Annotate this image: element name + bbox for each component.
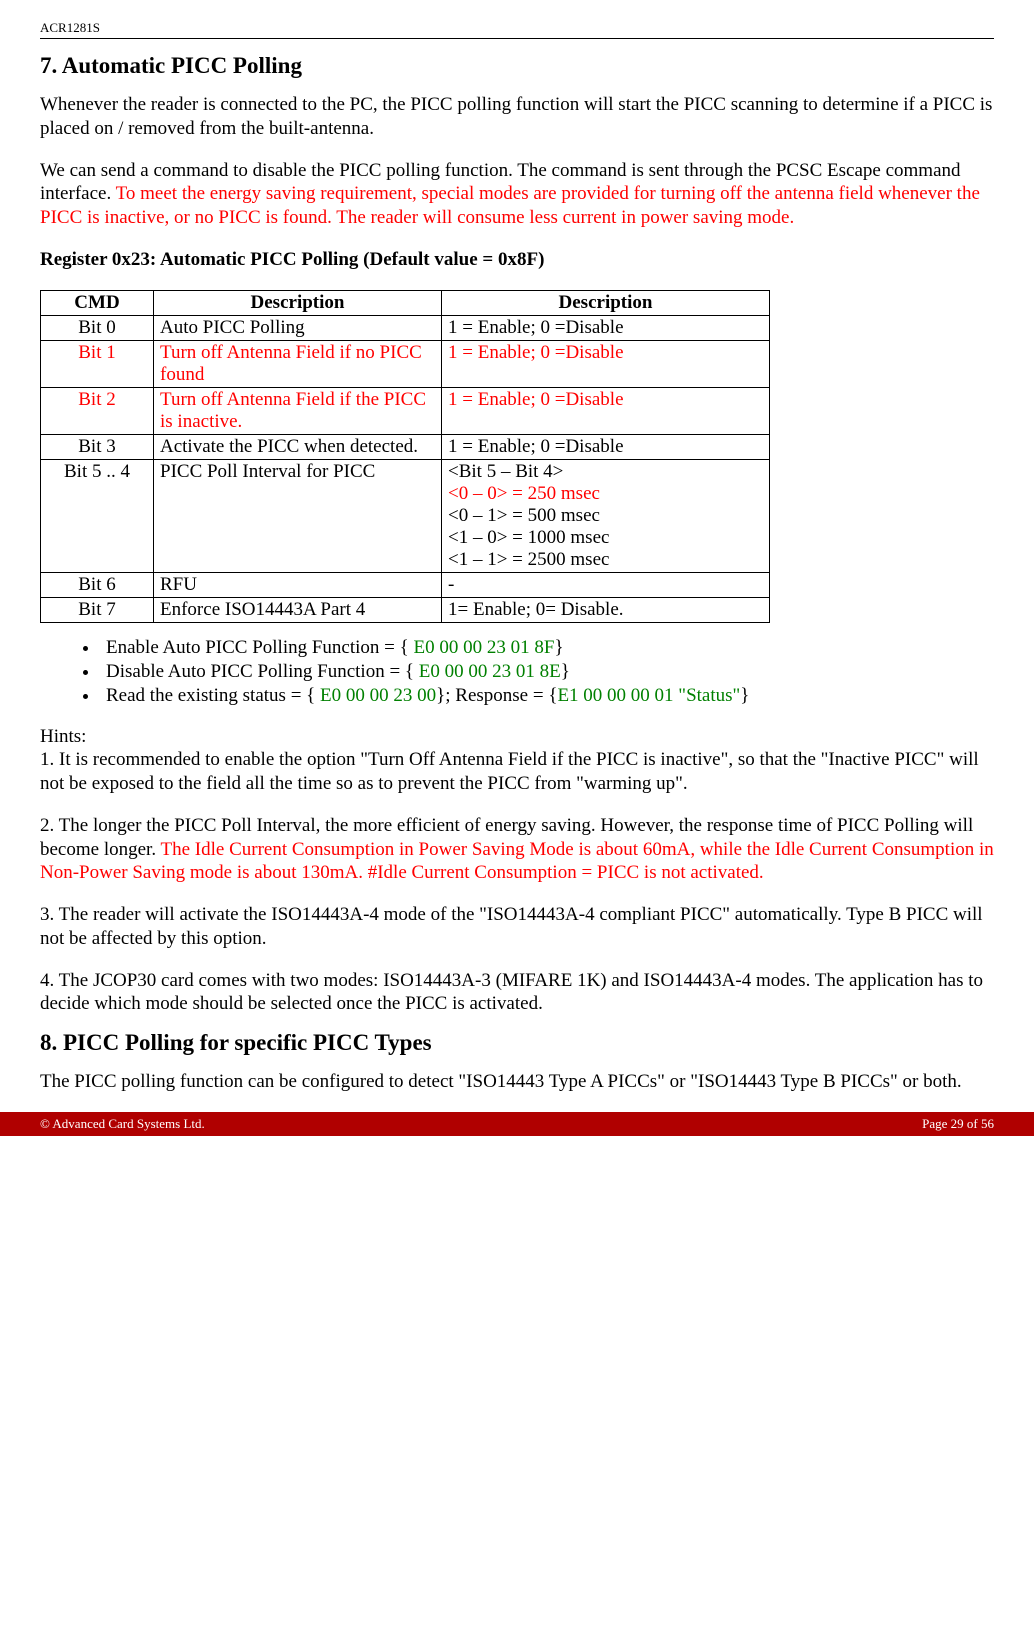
register-heading: Register 0x23: Automatic PICC Polling (D…	[40, 248, 994, 272]
table-row: Bit 6 RFU -	[41, 572, 770, 597]
cell-cmd: Bit 7	[41, 597, 154, 622]
hint-1: 1. It is recommended to enable the optio…	[40, 748, 994, 796]
cell-desc: Turn off Antenna Field if the PICC is in…	[154, 387, 442, 434]
header-rule	[40, 38, 994, 39]
bullet-tail: }	[561, 661, 570, 682]
cell-desc: Auto PICC Polling	[154, 315, 442, 340]
cell-cmd: Bit 5 .. 4	[41, 459, 154, 572]
bullet-resp: E1 00 00 00 01 "Status"	[557, 685, 740, 706]
p2-red: To meet the energy saving requirement, s…	[40, 183, 980, 228]
hint-2: 2. The longer the PICC Poll Interval, th…	[40, 814, 994, 885]
bullet-text: Enable Auto PICC Polling Function = {	[106, 637, 414, 658]
bullet-cmd: E0 00 00 23 00	[320, 685, 436, 706]
interval-line: <1 – 1> = 2500 msec	[448, 549, 609, 570]
th-cmd: CMD	[41, 290, 154, 315]
cell-cmd: Bit 2	[41, 387, 154, 434]
bullet-disable: Disable Auto PICC Polling Function = { E…	[100, 661, 994, 683]
th-desc1: Description	[154, 290, 442, 315]
table-row: Bit 5 .. 4 PICC Poll Interval for PICC <…	[41, 459, 770, 572]
hints-label: Hints:	[40, 725, 994, 749]
doc-header-code: ACR1281S	[40, 20, 994, 36]
cell-val: -	[442, 572, 770, 597]
bullet-tail: }	[554, 637, 563, 658]
section-7-p2: We can send a command to disable the PIC…	[40, 159, 994, 230]
interval-line: <1 – 0> = 1000 msec	[448, 527, 609, 548]
interval-line: <0 – 0> = 250 msec	[448, 483, 600, 504]
cell-desc: Turn off Antenna Field if no PICC found	[154, 340, 442, 387]
cell-val: 1 = Enable; 0 =Disable	[442, 387, 770, 434]
cell-val: 1= Enable; 0= Disable.	[442, 597, 770, 622]
hint-2-red: The Idle Current Consumption in Power Sa…	[40, 839, 994, 884]
table-row: Bit 0 Auto PICC Polling 1 = Enable; 0 =D…	[41, 315, 770, 340]
cell-val: 1 = Enable; 0 =Disable	[442, 315, 770, 340]
footer-spacer	[0, 1136, 1034, 1166]
cell-cmd: Bit 1	[41, 340, 154, 387]
bullet-text: Read the existing status = {	[106, 685, 320, 706]
section-8-title: 8. PICC Polling for specific PICC Types	[40, 1030, 994, 1056]
cell-cmd: Bit 0	[41, 315, 154, 340]
cell-cmd: Bit 3	[41, 434, 154, 459]
th-desc2: Description	[442, 290, 770, 315]
bullet-tail: }	[740, 685, 749, 706]
cell-cmd: Bit 6	[41, 572, 154, 597]
footer-copyright: © Advanced Card Systems Ltd.	[40, 1116, 205, 1132]
bullet-enable: Enable Auto PICC Polling Function = { E0…	[100, 637, 994, 659]
section-7-p1: Whenever the reader is connected to the …	[40, 93, 994, 141]
cell-desc: PICC Poll Interval for PICC	[154, 459, 442, 572]
cell-val: 1 = Enable; 0 =Disable	[442, 434, 770, 459]
cell-desc: RFU	[154, 572, 442, 597]
bullet-cmd: E0 00 00 23 01 8E	[419, 661, 561, 682]
hint-4: 4. The JCOP30 card comes with two modes:…	[40, 969, 994, 1017]
bullet-read: Read the existing status = { E0 00 00 23…	[100, 685, 994, 707]
cell-val-multi: <Bit 5 – Bit 4> <0 – 0> = 250 msec <0 – …	[442, 459, 770, 572]
register-table: CMD Description Description Bit 0 Auto P…	[40, 290, 770, 623]
command-bullets: Enable Auto PICC Polling Function = { E0…	[40, 637, 994, 707]
table-row: Bit 2 Turn off Antenna Field if the PICC…	[41, 387, 770, 434]
footer-page-number: Page 29 of 56	[922, 1116, 994, 1132]
hint-3: 3. The reader will activate the ISO14443…	[40, 903, 994, 951]
table-header-row: CMD Description Description	[41, 290, 770, 315]
cell-desc: Activate the PICC when detected.	[154, 434, 442, 459]
table-row: Bit 3 Activate the PICC when detected. 1…	[41, 434, 770, 459]
section-8-p1: The PICC polling function can be configu…	[40, 1070, 994, 1094]
table-row: Bit 1 Turn off Antenna Field if no PICC …	[41, 340, 770, 387]
cell-val: 1 = Enable; 0 =Disable	[442, 340, 770, 387]
bullet-mid: }; Response = {	[436, 685, 557, 706]
section-7-title: 7. Automatic PICC Polling	[40, 53, 994, 79]
bullet-text: Disable Auto PICC Polling Function = {	[106, 661, 419, 682]
cell-desc: Enforce ISO14443A Part 4	[154, 597, 442, 622]
table-row: Bit 7 Enforce ISO14443A Part 4 1= Enable…	[41, 597, 770, 622]
bullet-cmd: E0 00 00 23 01 8F	[414, 637, 555, 658]
interval-line: <0 – 1> = 500 msec	[448, 505, 600, 526]
page-footer: © Advanced Card Systems Ltd. Page 29 of …	[0, 1112, 1034, 1136]
interval-line: <Bit 5 – Bit 4>	[448, 461, 563, 482]
